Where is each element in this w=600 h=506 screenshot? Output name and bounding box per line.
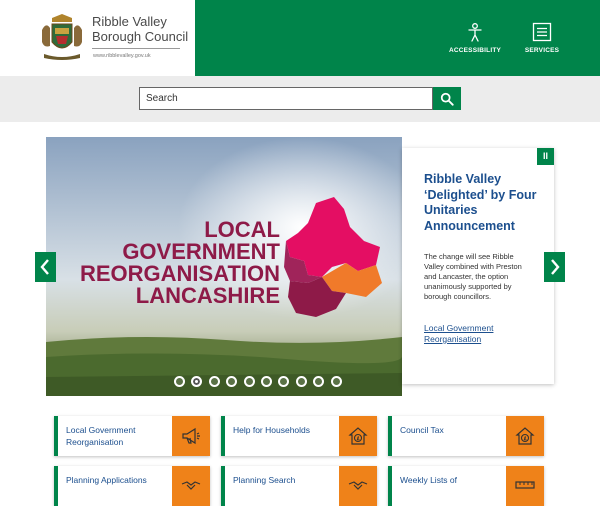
site-header: Ribble Valley Borough Council www.ribble… (0, 0, 600, 76)
carousel-prev-button[interactable] (35, 252, 56, 282)
services-label: SERVICES (524, 47, 560, 54)
logo-divider (92, 48, 180, 49)
council-name: Ribble Valley Borough Council (92, 14, 189, 44)
carousel-dot[interactable] (313, 376, 325, 387)
story-link[interactable]: Local Government Reorganisation (424, 323, 534, 345)
carousel-dot[interactable] (295, 376, 307, 387)
council-url: www.ribblevalley.gov.uk (93, 53, 151, 59)
tile-local-government-reorganisation[interactable]: Local Government Reorganisation (54, 416, 210, 456)
tile-label: Weekly Lists of (400, 475, 458, 485)
hero-heading: LOCAL GOVERNMENT REORGANISATION LANCASHI… (79, 217, 280, 308)
search-band (0, 76, 600, 122)
services-button[interactable]: SERVICES (512, 22, 572, 54)
tile-label: Help for Households (233, 425, 311, 435)
tile-icon-box (172, 416, 210, 456)
carousel-dot[interactable] (243, 376, 255, 387)
pause-button[interactable]: II (537, 148, 554, 165)
chevron-left-icon (40, 259, 49, 275)
tile-icon-box (339, 416, 377, 456)
council-crest-icon (42, 14, 82, 60)
ruler-icon (515, 481, 535, 489)
carousel-dot[interactable] (330, 376, 342, 387)
handshake-icon (348, 481, 368, 490)
carousel-dot[interactable] (174, 376, 185, 387)
house-pound-icon (515, 427, 535, 445)
carousel-dot[interactable] (260, 376, 272, 387)
tile-planning-applications[interactable]: Planning Applications (54, 466, 210, 506)
house-pound-icon (348, 427, 368, 445)
council-logo[interactable]: Ribble Valley Borough Council www.ribble… (0, 0, 195, 76)
search-button[interactable] (433, 87, 461, 110)
tile-icon-box (339, 466, 377, 506)
carousel-slide-image[interactable]: LOCAL GOVERNMENT REORGANISATION LANCASHI… (46, 137, 402, 396)
tile-icon-box (506, 416, 544, 456)
tile-weekly-lists[interactable]: Weekly Lists of (388, 466, 544, 506)
megaphone-icon (182, 427, 200, 445)
carousel-dots (174, 376, 342, 387)
tile-planning-search[interactable]: Planning Search (221, 466, 377, 506)
carousel-dot[interactable] (226, 376, 238, 387)
story-title: Ribble Valley ‘Delighted’ by Four Unitar… (424, 172, 537, 233)
tile-help-for-households[interactable]: Help for Households (221, 416, 377, 456)
accessibility-label: ACCESSIBILITY (448, 47, 502, 54)
search-input[interactable] (139, 87, 433, 110)
story-body: The change will see Ribble Valley combin… (424, 252, 522, 301)
handshake-icon (181, 481, 201, 490)
tile-label: Planning Applications (66, 475, 147, 485)
tile-label: Planning Search (233, 475, 296, 485)
carousel-next-button[interactable] (544, 252, 565, 282)
search-icon (440, 92, 454, 106)
tile-label: Local Government Reorganisation (66, 425, 136, 447)
carousel-dot[interactable] (191, 376, 203, 387)
accessibility-button[interactable]: ACCESSIBILITY (445, 22, 505, 54)
chevron-right-icon (551, 259, 560, 275)
carousel-dot[interactable] (208, 376, 220, 387)
tile-label: Council Tax (400, 425, 444, 435)
tile-council-tax[interactable]: Council Tax (388, 416, 544, 456)
tile-icon-box (506, 466, 544, 506)
services-list-icon (532, 22, 552, 42)
tile-icon-box (172, 466, 210, 506)
carousel-dot[interactable] (278, 376, 290, 387)
accessibility-person-icon (468, 23, 482, 42)
